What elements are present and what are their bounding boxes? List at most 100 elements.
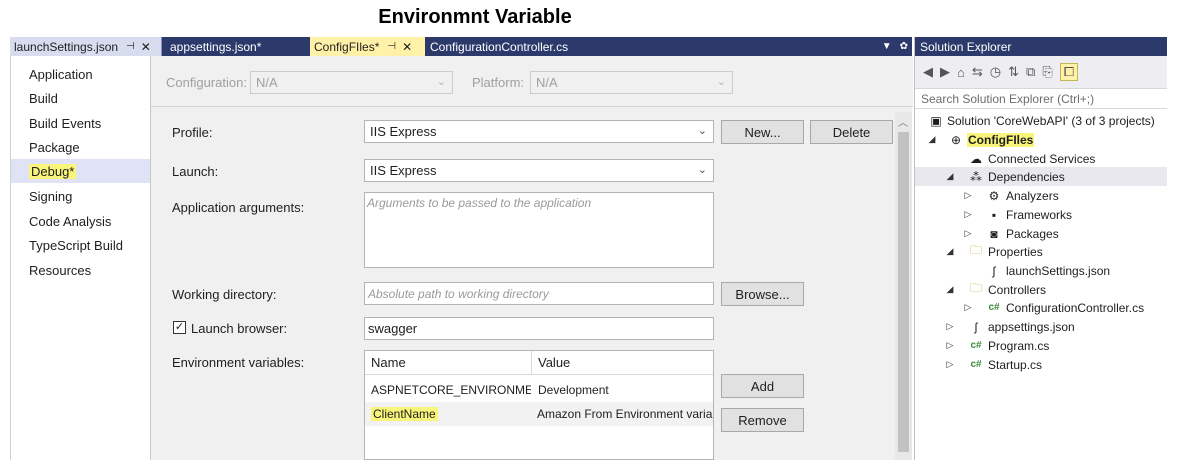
nav-item-resources[interactable]: Resources: [11, 258, 151, 282]
delete-profile-button[interactable]: Delete: [810, 120, 893, 144]
tab-launchsettings[interactable]: launchSettings.json ⊣ ✕: [10, 37, 162, 56]
collapsed-arrow-icon[interactable]: ▷: [963, 190, 973, 201]
tab-list-dropdown-icon[interactable]: ▼: [882, 41, 892, 52]
collapsed-arrow-icon[interactable]: ▷: [963, 228, 973, 239]
gear-icon[interactable]: ✿: [900, 41, 908, 52]
nav-item-typescript-build[interactable]: TypeScript Build: [11, 233, 151, 257]
configuration-select: N/A ⌄: [250, 71, 453, 94]
launch-value: IIS Express: [370, 163, 437, 178]
scrollbar-thumb[interactable]: [898, 132, 909, 452]
app-args-input[interactable]: Arguments to be passed to the applicatio…: [364, 192, 714, 268]
csharp-file-icon: c#: [988, 302, 1000, 313]
launch-browser-label: Launch browser:: [191, 321, 288, 336]
env-row-name[interactable]: ASPNETCORE_ENVIRONMENT: [365, 378, 531, 402]
profile-value: IIS Express: [370, 124, 437, 139]
working-dir-label: Working directory:: [172, 287, 277, 302]
tree-item-label: Frameworks: [1006, 207, 1073, 222]
platform-value: N/A: [536, 75, 558, 90]
solution-explorer-title: Solution Explorer: [915, 37, 1167, 56]
collapsed-arrow-icon[interactable]: ▷: [945, 340, 955, 351]
tab-appsettings[interactable]: appsettings.json*: [166, 37, 308, 56]
nav-item-application[interactable]: Application: [11, 62, 151, 86]
tree-item-label: Controllers: [988, 282, 1047, 297]
home-icon[interactable]: ⌂: [957, 65, 965, 80]
pin-icon[interactable]: ⊣: [387, 41, 396, 52]
pin-icon[interactable]: ⊣: [126, 41, 135, 52]
tree-item-solution[interactable]: ▣ Solution 'CoreWebAPI' (3 of 3 projects…: [915, 111, 1167, 130]
collapsed-arrow-icon[interactable]: ▷: [963, 302, 973, 313]
env-row-value[interactable]: Development: [532, 378, 713, 402]
configuration-value: N/A: [256, 75, 278, 90]
tree-item-properties[interactable]: ◢ 🗀 Properties: [915, 242, 1167, 261]
launch-select[interactable]: IIS Express ⌄: [364, 159, 714, 182]
tree-item-packages[interactable]: ▷ ◙ Packages: [915, 224, 1167, 243]
expanded-arrow-icon[interactable]: ◢: [945, 171, 955, 182]
profile-select[interactable]: IIS Express ⌄: [364, 120, 714, 143]
tree-item-dependencies[interactable]: ◢ ⁂ Dependencies: [915, 167, 1167, 186]
tree-item-label: ConfigurationController.cs: [1006, 300, 1145, 315]
tree-item-project-configfiles[interactable]: ◢ ⊕ ConfigFIles: [915, 130, 1167, 149]
column-header-name[interactable]: Name: [365, 351, 531, 375]
close-icon[interactable]: ✕: [402, 40, 412, 54]
close-icon[interactable]: ✕: [141, 40, 151, 54]
tree-item-label: Startup.cs: [988, 357, 1043, 372]
chevron-up-icon[interactable]: ︿: [898, 114, 908, 129]
nav-item-debug[interactable]: Debug*: [11, 159, 157, 183]
nav-item-build-events[interactable]: Build Events: [11, 111, 151, 135]
new-profile-button[interactable]: New...: [721, 120, 804, 144]
forward-icon[interactable]: ▶: [940, 64, 950, 80]
collapsed-arrow-icon[interactable]: ▷: [945, 321, 955, 332]
nav-item-code-analysis[interactable]: Code Analysis: [11, 209, 151, 233]
solution-explorer-search-input[interactable]: Search Solution Explorer (Ctrl+;): [915, 88, 1167, 109]
expanded-arrow-icon[interactable]: ◢: [945, 246, 955, 257]
column-header-value[interactable]: Value: [532, 351, 713, 375]
nav-item-build[interactable]: Build: [11, 86, 151, 110]
tree-item-launchsettings[interactable]: ʃ launchSettings.json: [915, 261, 1167, 280]
collapsed-arrow-icon[interactable]: ▷: [945, 359, 955, 370]
tab-configfiles[interactable]: ConfigFIles* ⊣ ✕: [310, 37, 425, 56]
tree-item-configurationcontroller[interactable]: ▷ c# ConfigurationController.cs: [915, 298, 1167, 317]
expanded-arrow-icon[interactable]: ◢: [927, 134, 937, 145]
nav-item-signing[interactable]: Signing: [11, 184, 151, 208]
remove-env-var-button[interactable]: Remove: [721, 408, 804, 432]
switch-views-icon[interactable]: ⇆: [972, 64, 983, 80]
tree-item-analyzers[interactable]: ▷ ⚙ Analyzers: [915, 186, 1167, 205]
tree-item-frameworks[interactable]: ▷ ▪ Frameworks: [915, 205, 1167, 224]
tree-item-controllers[interactable]: ◢ 🗀 Controllers: [915, 280, 1167, 299]
analyzers-icon: ⚙: [988, 188, 1000, 203]
env-vars-grid: Name Value ASPNETCORE_ENVIRONMENT Develo…: [364, 350, 714, 460]
tab-configurationcontroller[interactable]: ConfigurationController.cs: [426, 37, 596, 56]
tree-item-program[interactable]: ▷ c# Program.cs: [915, 336, 1167, 355]
tree-item-label: appsettings.json: [988, 319, 1075, 334]
collapse-all-icon[interactable]: ⧉: [1026, 64, 1035, 80]
back-icon[interactable]: ◀: [923, 64, 933, 80]
tab-label: appsettings.json*: [170, 39, 262, 54]
vertical-scrollbar[interactable]: ︿: [895, 112, 912, 460]
platform-select: N/A ⌄: [530, 71, 733, 94]
show-all-files-icon[interactable]: ⎘: [1042, 64, 1052, 80]
tree-item-label: Dependencies: [988, 169, 1065, 184]
sync-icon[interactable]: ⇅: [1008, 64, 1019, 80]
tree-item-connected-services[interactable]: ☁ Connected Services: [915, 149, 1167, 168]
browse-button[interactable]: Browse...: [721, 282, 804, 306]
launch-browser-checkbox[interactable]: ✓: [173, 321, 186, 334]
chevron-down-icon: ⌄: [716, 76, 726, 88]
collapsed-arrow-icon[interactable]: ▷: [963, 209, 973, 220]
tree-item-appsettings[interactable]: ▷ ʃ appsettings.json: [915, 317, 1167, 336]
pending-changes-icon[interactable]: ◷: [990, 64, 1001, 80]
preview-selected-icon[interactable]: ⧠: [1059, 63, 1079, 81]
tree-item-startup[interactable]: ▷ c# Startup.cs: [915, 355, 1167, 374]
expanded-arrow-icon[interactable]: ◢: [945, 284, 955, 295]
tree-item-label: ConfigFIles: [967, 132, 1035, 147]
tree-item-label: Properties: [988, 244, 1043, 259]
solution-explorer-toolbar: ◀ ▶ ⌂ ⇆ ◷ ⇅ ⧉ ⎘ ⧠: [915, 56, 1167, 88]
web-project-icon: ⊕: [950, 132, 962, 147]
env-row-name[interactable]: ClientName: [365, 402, 531, 426]
launch-browser-url-input[interactable]: swagger: [364, 317, 714, 340]
add-env-var-button[interactable]: Add: [721, 374, 804, 398]
nav-item-package[interactable]: Package: [11, 135, 151, 159]
env-vars-label: Environment variables:: [172, 355, 305, 370]
env-row-value[interactable]: Amazon From Environment variable: [531, 402, 713, 426]
working-dir-input[interactable]: Absolute path to working directory: [364, 282, 714, 305]
tab-label: launchSettings.json: [14, 39, 119, 54]
